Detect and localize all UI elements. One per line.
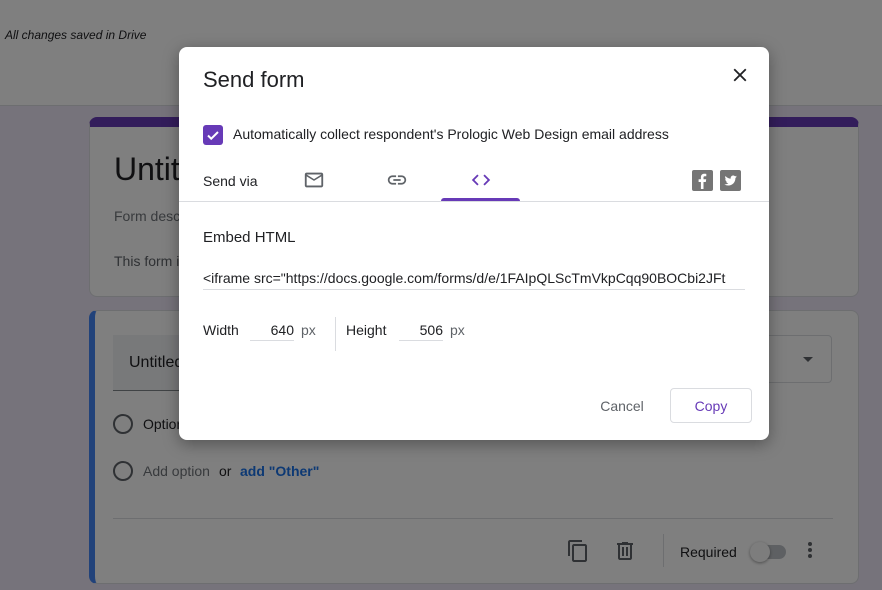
checkmark-icon (207, 131, 219, 141)
copy-button[interactable]: Copy (670, 388, 752, 423)
dimension-separator (335, 317, 336, 351)
facebook-icon[interactable] (692, 170, 713, 191)
width-unit: px (301, 322, 316, 338)
width-label: Width (203, 322, 239, 338)
height-unit: px (450, 322, 465, 338)
tab-email[interactable] (274, 161, 353, 201)
embed-html-heading: Embed HTML (203, 229, 296, 246)
link-icon (387, 175, 406, 185)
height-label: Height (346, 322, 387, 338)
tabs-divider (179, 201, 769, 202)
collect-email-label[interactable]: Automatically collect respondent's Prolo… (233, 126, 669, 142)
send-via-label: Send via (203, 173, 258, 189)
dialog-title: Send form (203, 67, 305, 92)
collect-email-checkbox[interactable] (203, 125, 223, 145)
close-icon[interactable] (729, 64, 751, 86)
send-form-dialog: Send form Automatically collect responde… (179, 47, 769, 440)
mail-icon (304, 172, 323, 188)
code-icon (471, 174, 490, 186)
tab-link[interactable] (357, 161, 436, 201)
height-field[interactable] (399, 320, 443, 341)
twitter-icon[interactable] (720, 170, 741, 191)
cancel-button[interactable]: Cancel (587, 388, 657, 424)
tab-embed[interactable] (441, 161, 520, 201)
width-field[interactable] (250, 320, 294, 341)
embed-code-field[interactable] (203, 266, 745, 290)
